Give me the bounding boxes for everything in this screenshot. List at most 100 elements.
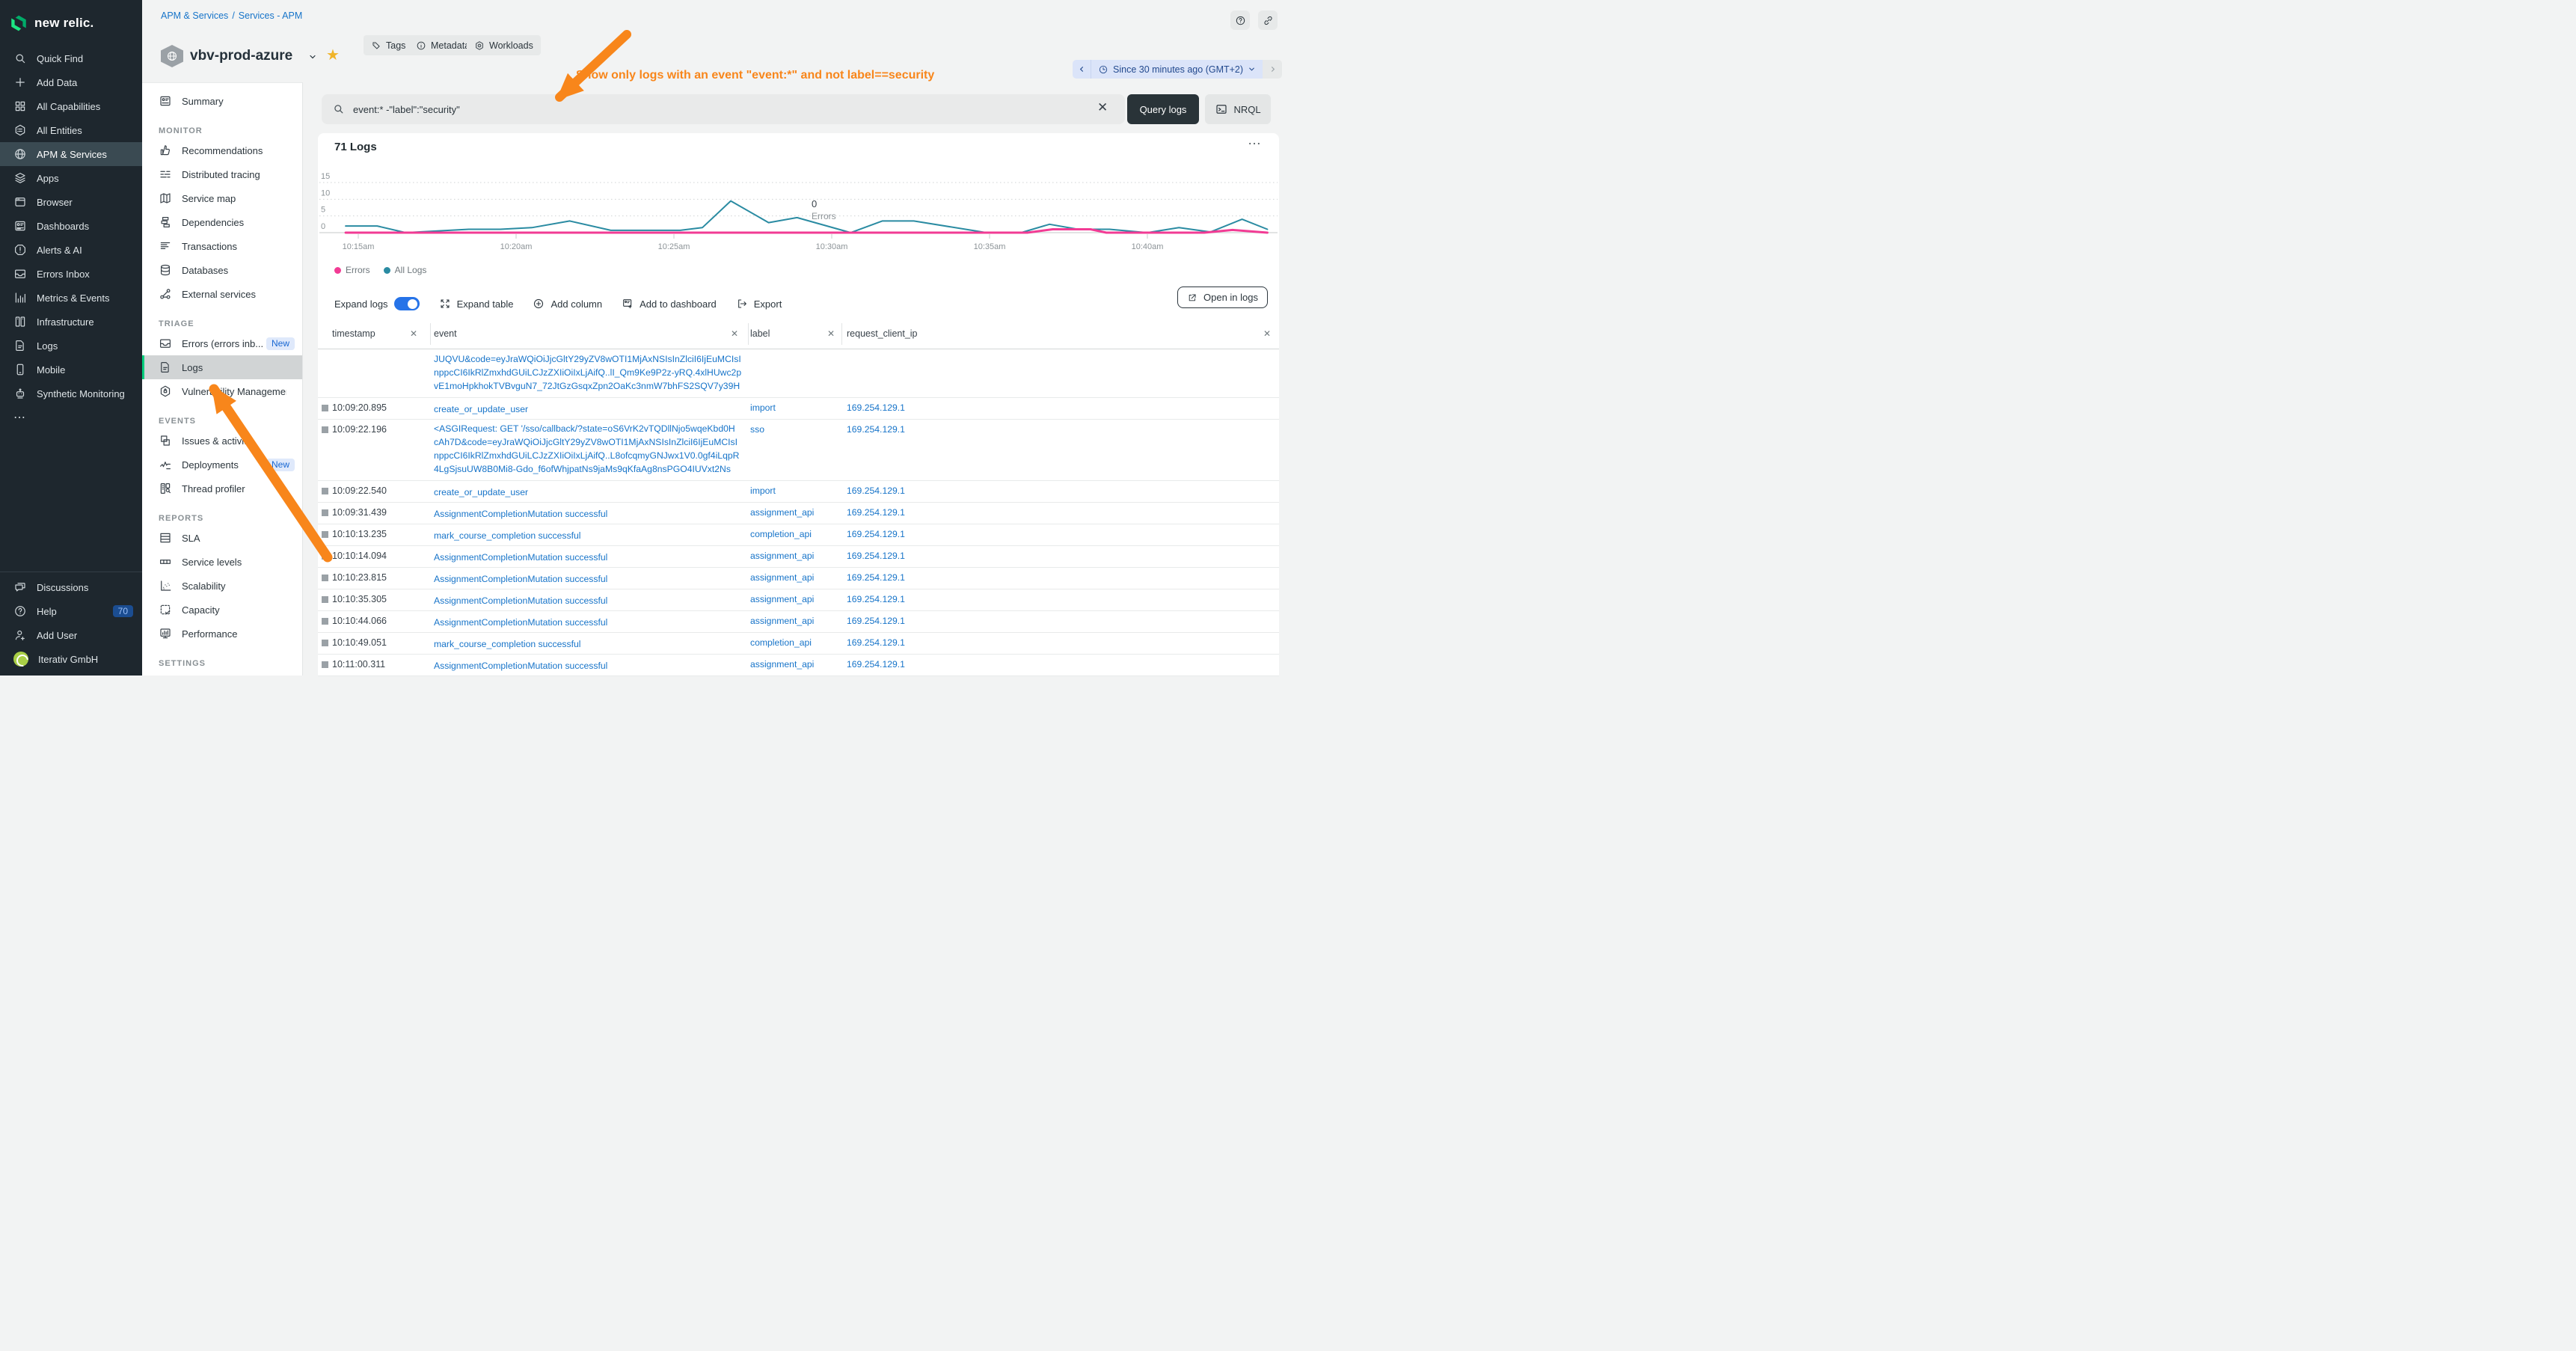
nrql-button[interactable]: NRQL [1205,94,1271,124]
sidebar-item-infrastructure[interactable]: Infrastructure [0,310,142,334]
log-table-row[interactable]: 10:09:22.196<ASGIRequest: GET '/sso/call… [318,420,1279,481]
sidebar-item-dashboards[interactable]: Dashboards [0,214,142,238]
log-event-link[interactable]: create_or_update_user [434,485,754,499]
open-in-logs-button[interactable]: Open in logs [1177,287,1268,308]
add-to-dashboard-button[interactable]: Add to dashboard [622,298,717,310]
log-label-link[interactable]: assignment_api [750,616,814,626]
favorite-star-icon[interactable]: ★ [326,46,340,64]
log-label-link[interactable]: sso [750,424,764,435]
sidebar-item-synthetic-monitoring[interactable]: Synthetic Monitoring [0,382,142,405]
export-button[interactable]: Export [736,298,782,310]
subnav-item-thread-profiler[interactable]: Thread profiler [142,477,302,500]
log-label-link[interactable]: import [750,485,776,496]
subnav-item-dependencies[interactable]: Dependencies [142,210,302,234]
subnav-item-deployments[interactable]: DeploymentsNew [142,453,302,477]
log-table-row[interactable]: 10:09:22.540create_or_update_userimport1… [318,481,1279,503]
subnav-item-service-map[interactable]: Service map [142,186,302,210]
add-column-button[interactable]: Add column [533,298,602,310]
log-table-row[interactable]: JUQVU&code=eyJraWQiOiJjcGltY29yZV8wOTI1M… [318,350,1279,398]
log-query-input[interactable] [322,94,1125,124]
subnav-item-issues-activity[interactable]: Issues & activity [142,429,302,453]
log-label-link[interactable]: assignment_api [750,572,814,583]
sidebar-item-metrics-events[interactable]: Metrics & Events [0,286,142,310]
log-table-row[interactable]: 10:10:49.051mark_course_completion succe… [318,633,1279,655]
subnav-item-errors-errors-inb-[interactable]: Errors (errors inb...New [142,331,302,355]
clear-query-icon[interactable]: ✕ [1097,100,1108,115]
log-event-link[interactable]: mark_course_completion successful [434,529,754,542]
log-table-row[interactable]: 10:10:23.815AssignmentCompletionMutation… [318,568,1279,589]
expand-table-button[interactable]: Expand table [439,298,514,310]
sidebar-item-all-capabilities[interactable]: All Capabilities [0,94,142,118]
sidebar-item-quick-find[interactable]: Quick Find [0,46,142,70]
log-event-link[interactable]: mark_course_completion successful [434,637,754,651]
subnav-item-external-services[interactable]: External services [142,282,302,306]
subnav-item-databases[interactable]: Databases [142,258,302,282]
legend-item-all-logs[interactable]: All Logs [384,265,427,275]
log-client-ip-link[interactable]: 169.254.129.1 [847,529,905,539]
sidebar-item-errors-inbox[interactable]: Errors Inbox [0,262,142,286]
log-client-ip-link[interactable]: 169.254.129.1 [847,507,905,518]
subnav-item-capacity[interactable]: Capacity [142,598,302,622]
log-client-ip-link[interactable]: 169.254.129.1 [847,616,905,626]
subnav-item-performance[interactable]: Performance [142,622,302,646]
log-table-row[interactable]: 10:10:13.235mark_course_completion succe… [318,524,1279,546]
log-event-link[interactable]: create_or_update_user [434,402,754,416]
copy-link-button[interactable] [1258,10,1278,30]
sidebar-item-iterativ-gmbh[interactable]: Iterativ GmbH [0,647,142,671]
sidebar-item-apm-services[interactable]: APM & Services [0,142,142,166]
remove-column-request-client-ip-icon[interactable]: ✕ [1263,328,1271,339]
log-table-row[interactable]: 10:09:31.439AssignmentCompletionMutation… [318,503,1279,524]
log-event-link[interactable]: <ASGIRequest: GET '/sso/callback/?state=… [434,422,754,476]
time-forward-button[interactable] [1263,60,1282,79]
subnav-item-vulnerability-management[interactable]: Vulnerability Management [142,379,302,403]
breadcrumb-services-apm[interactable]: Services - APM [239,10,302,21]
log-event-link[interactable]: AssignmentCompletionMutation successful [434,594,754,607]
log-table-row[interactable]: 10:10:14.094AssignmentCompletionMutation… [318,546,1279,568]
tags-button[interactable]: Tags [364,35,413,55]
entity-dropdown-caret[interactable] [308,52,317,61]
subnav-item-summary[interactable]: Summary [142,89,302,113]
time-back-button[interactable] [1073,60,1091,79]
log-client-ip-link[interactable]: 169.254.129.1 [847,572,905,583]
log-event-link[interactable]: AssignmentCompletionMutation successful [434,616,754,629]
sidebar-item-more[interactable]: ⋯ [0,405,142,429]
log-label-link[interactable]: assignment_api [750,659,814,670]
log-client-ip-link[interactable]: 169.254.129.1 [847,637,905,648]
sidebar-item-logs[interactable]: Logs [0,334,142,358]
subnav-item-distributed-tracing[interactable]: Distributed tracing [142,162,302,186]
log-event-link[interactable]: AssignmentCompletionMutation successful [434,572,754,586]
subnav-item-recommendations[interactable]: Recommendations [142,138,302,162]
query-logs-button[interactable]: Query logs [1127,94,1199,124]
log-label-link[interactable]: assignment_api [750,507,814,518]
sidebar-item-mobile[interactable]: Mobile [0,358,142,382]
new-relic-logo[interactable]: new relic. [0,0,142,36]
sidebar-item-add-data[interactable]: Add Data [0,70,142,94]
sidebar-item-alerts-ai[interactable]: Alerts & AI [0,238,142,262]
log-client-ip-link[interactable]: 169.254.129.1 [847,402,905,413]
log-client-ip-link[interactable]: 169.254.129.1 [847,485,905,496]
log-table-row[interactable]: 10:11:00.311AssignmentCompletionMutation… [318,655,1279,676]
breadcrumb-apm-services[interactable]: APM & Services [161,10,228,21]
subnav-item-scalability[interactable]: Scalability [142,574,302,598]
log-label-link[interactable]: completion_api [750,637,812,648]
log-label-link[interactable]: assignment_api [750,594,814,604]
log-client-ip-link[interactable]: 169.254.129.1 [847,659,905,670]
sidebar-item-browser[interactable]: Browser [0,190,142,214]
sidebar-item-help[interactable]: Help70 [0,599,142,623]
log-client-ip-link[interactable]: 169.254.129.1 [847,594,905,604]
sidebar-item-add-user[interactable]: Add User [0,623,142,647]
log-client-ip-link[interactable]: 169.254.129.1 [847,551,905,561]
log-event-link[interactable]: AssignmentCompletionMutation successful [434,507,754,521]
time-picker[interactable]: Since 30 minutes ago (GMT+2) [1073,60,1282,79]
workloads-button[interactable]: Workloads [467,35,541,55]
remove-column-timestamp-icon[interactable]: ✕ [410,328,417,339]
log-label-link[interactable]: completion_api [750,529,812,539]
time-range-button[interactable]: Since 30 minutes ago (GMT+2) [1091,60,1263,79]
sidebar-item-discussions[interactable]: Discussions [0,575,142,599]
more-menu-icon[interactable] [1247,136,1262,151]
subnav-item-transactions[interactable]: Transactions [142,234,302,258]
log-label-link[interactable]: assignment_api [750,551,814,561]
subnav-item-sla[interactable]: SLA [142,526,302,550]
log-table-row[interactable]: 10:10:35.305AssignmentCompletionMutation… [318,589,1279,611]
expand-logs-toggle[interactable] [394,297,420,310]
